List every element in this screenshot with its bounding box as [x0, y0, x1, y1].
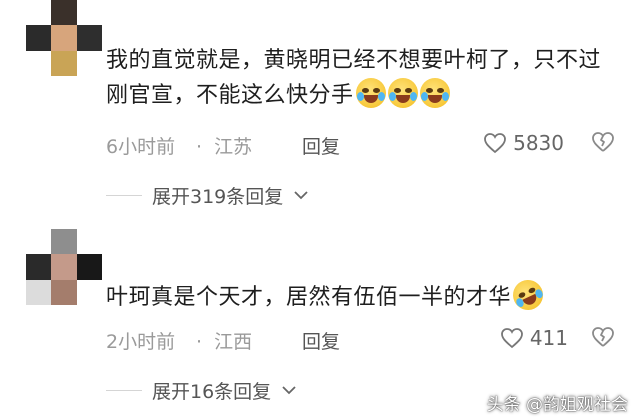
watermark: 头条 @韵姐观社会 — [486, 395, 628, 415]
reply-button[interactable]: 回复 — [302, 327, 340, 354]
divider-line — [106, 389, 142, 391]
like-count: 411 — [529, 326, 568, 350]
meta-dot: · — [196, 136, 203, 158]
expand-replies-label: 展开319条回复 — [152, 185, 284, 208]
comment-text: 叶珂真是个天才，居然有伍佰一半的才华 — [106, 275, 622, 315]
avatar[interactable] — [26, 0, 102, 76]
crying-laughing-face-emoji — [387, 78, 418, 108]
comment-body: 我的直觉就是，黄晓明已经不想要叶柯了，只不过刚官宣，不能这么快分手 — [106, 48, 602, 108]
broken-heart-icon[interactable] — [590, 325, 616, 354]
expand-replies-button[interactable]: 展开16条回复 — [106, 377, 297, 403]
location-text: 江西 — [214, 331, 253, 353]
expand-replies-label: 展开16条回复 — [152, 380, 272, 403]
meta-dot: · — [196, 331, 203, 353]
comment-body: 叶珂真是个天才，居然有伍佰一半的才华 — [106, 285, 512, 310]
like-count: 5830 — [513, 131, 564, 155]
crying-laughing-face-emoji — [355, 78, 386, 108]
crying-laughing-face-emoji — [419, 78, 450, 108]
avatar[interactable] — [26, 229, 102, 305]
like-button[interactable]: 411 — [500, 326, 568, 350]
location-text: 江苏 — [214, 136, 253, 158]
comment-meta: 2小时前 · 江西 回复 411 — [106, 325, 616, 354]
comment-location: · 江苏 — [196, 132, 252, 159]
comment-location: · 江西 — [196, 327, 252, 354]
chevron-down-icon — [294, 191, 308, 200]
comment-time: 6小时前 — [106, 136, 176, 158]
rolling-laughing-face-emoji — [508, 275, 548, 315]
broken-heart-icon[interactable] — [590, 130, 616, 159]
heart-icon — [484, 133, 506, 154]
reply-button[interactable]: 回复 — [302, 132, 340, 159]
divider-line — [106, 194, 142, 196]
comment-time: 2小时前 — [106, 331, 176, 353]
chevron-down-icon — [282, 386, 296, 395]
comment-text: 我的直觉就是，黄晓明已经不想要叶柯了，只不过刚官宣，不能这么快分手 — [106, 44, 622, 113]
comment-meta: 6小时前 · 江苏 回复 5830 — [106, 130, 616, 159]
like-button[interactable]: 5830 — [483, 131, 564, 155]
heart-icon — [500, 328, 523, 349]
expand-replies-button[interactable]: 展开319条回复 — [106, 182, 309, 208]
